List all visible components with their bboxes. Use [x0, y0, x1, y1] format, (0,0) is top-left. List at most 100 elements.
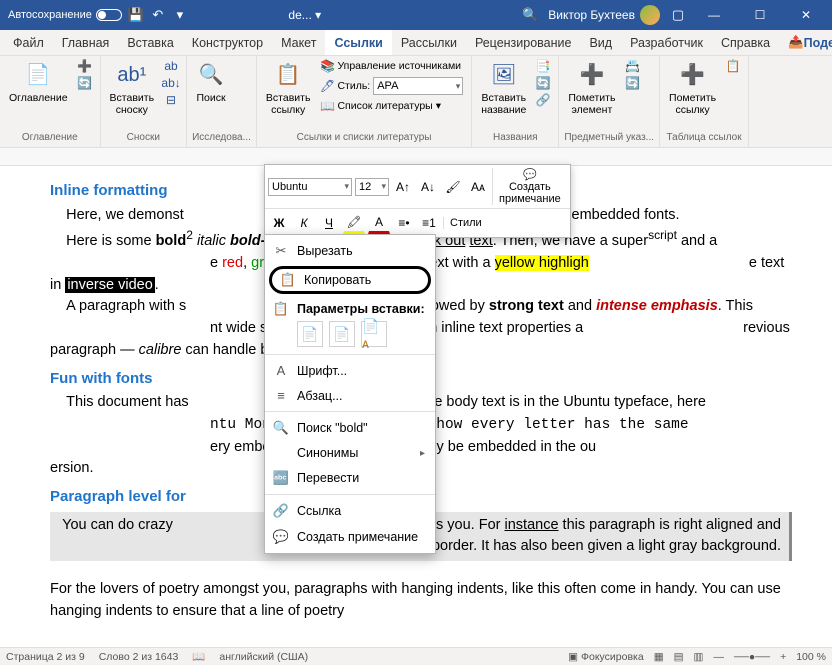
styles-icon[interactable]: Aᴀ [467, 176, 489, 198]
tab-home[interactable]: Главная [53, 30, 119, 55]
body-text: For the lovers of poetry amongst you, pa… [50, 579, 792, 623]
paste-keep-format[interactable]: 📄 [297, 321, 323, 347]
cross-ref-button[interactable]: 🔗 [533, 92, 553, 108]
document-title[interactable]: de... ▾ [288, 8, 321, 22]
status-spellcheck[interactable]: 📖 [192, 650, 205, 663]
zoom-slider[interactable]: ──●── [734, 651, 770, 663]
view-web-icon[interactable]: ▥ [694, 651, 704, 663]
mark-entry-button[interactable]: ➕Пометить элемент [564, 58, 619, 118]
format-painter-icon[interactable]: 🖌 [442, 176, 464, 198]
ctx-paragraph[interactable]: ≡Абзац... [265, 383, 435, 408]
status-bar: Страница 2 из 9 Слово 2 из 1643 📖 англий… [0, 647, 832, 665]
paste-merge-format[interactable]: 📄 [329, 321, 355, 347]
highlight-icon[interactable]: 🖍 [343, 212, 365, 234]
context-menu: ✂Вырезать 📋Копировать 📋Параметры вставки… [264, 234, 436, 554]
new-comment-button[interactable]: 💬Создать примечание [492, 168, 567, 205]
footnote-icon: ab¹ [117, 60, 147, 90]
qat-more-icon[interactable]: ▾ [172, 7, 188, 23]
add-text-button[interactable]: ➕ [75, 58, 95, 74]
insert-tof-button[interactable]: 📑 [533, 58, 553, 74]
autosave-toggle[interactable]: Автосохранение [8, 9, 122, 21]
show-notes-button[interactable]: ⊟ [161, 92, 181, 108]
view-print-icon[interactable]: ▦ [654, 651, 664, 663]
bold-icon[interactable]: Ж [268, 212, 290, 234]
search-icon: 🔍 [196, 60, 226, 90]
zoom-out-button[interactable]: — [713, 651, 724, 663]
update-index-button[interactable]: 🔄 [622, 75, 642, 91]
ctx-synonyms[interactable]: Синонимы▸ [265, 441, 435, 465]
grow-font-icon[interactable]: A↑ [392, 176, 414, 198]
maximize-button[interactable]: ☐ [742, 0, 778, 30]
mini-toolbar: Ubuntu 12 A↑ A↓ 🖌 Aᴀ 💬Создать примечание… [264, 164, 571, 238]
ctx-copy[interactable]: 📋Копировать [269, 266, 431, 294]
ta-icon: ➕ [678, 60, 708, 90]
ctx-translate[interactable]: 🔤Перевести [265, 465, 435, 491]
copy-icon: 📋 [280, 272, 296, 288]
translate-icon: 🔤 [273, 470, 289, 486]
next-footnote-button[interactable]: ab↓ [161, 75, 181, 91]
update-tof-button[interactable]: 🔄 [533, 75, 553, 91]
tab-design[interactable]: Конструктор [183, 30, 272, 55]
research-button[interactable]: 🔍Поиск [192, 58, 230, 106]
ctx-search[interactable]: 🔍Поиск "bold" [265, 415, 435, 441]
mark-citation-button[interactable]: ➕Пометить ссылку [665, 58, 720, 118]
tab-view[interactable]: Вид [580, 30, 621, 55]
share-button[interactable]: 📤 Поделиться [779, 30, 832, 55]
font-select[interactable]: Ubuntu [268, 178, 352, 196]
tab-file[interactable]: Файл [4, 30, 53, 55]
font-dialog-icon: A [273, 363, 289, 378]
undo-icon[interactable]: ↶ [150, 7, 166, 23]
bibliography-button[interactable]: 📖Список литературы ▾ [317, 98, 466, 114]
insert-ta-button[interactable]: 📋 [723, 58, 743, 74]
search-icon: 🔍 [273, 420, 289, 436]
zoom-in-button[interactable]: + [780, 651, 786, 663]
insert-footnote-button[interactable]: ab¹Вставить сноску [106, 58, 159, 118]
status-page[interactable]: Страница 2 из 9 [6, 651, 85, 663]
font-color-icon[interactable]: A [368, 212, 390, 234]
ctx-new-comment[interactable]: 💬Создать примечание [265, 524, 435, 550]
citation-style-select[interactable]: 🖊Стиль: APA [317, 76, 466, 96]
endnote-button[interactable]: ab [161, 58, 181, 74]
ribbon-display-icon[interactable]: ▢ [670, 7, 686, 23]
tab-mailings[interactable]: Рассылки [392, 30, 466, 55]
close-button[interactable]: ✕ [788, 0, 824, 30]
avatar [640, 5, 660, 25]
italic-icon[interactable]: К [293, 212, 315, 234]
group-label-citations: Ссылки и списки литературы [262, 130, 466, 145]
zoom-level[interactable]: 100 % [796, 651, 826, 663]
insert-index-button[interactable]: 📇 [622, 58, 642, 74]
underline-icon[interactable]: Ч [318, 212, 340, 234]
tab-help[interactable]: Справка [712, 30, 779, 55]
group-label-footnotes: Сноски [106, 130, 182, 145]
numbering-icon[interactable]: ≡1 [418, 212, 440, 234]
status-words[interactable]: Слово 2 из 1643 [99, 651, 179, 663]
update-toc-button[interactable]: 🔄 [75, 75, 95, 91]
font-size-select[interactable]: 12 [355, 178, 389, 196]
styles-label[interactable]: Стили [443, 217, 488, 229]
toc-button[interactable]: 📄Оглавление [5, 58, 72, 106]
group-label-ta: Таблица ссылок [665, 130, 743, 145]
ctx-font[interactable]: AШрифт... [265, 358, 435, 383]
minimize-button[interactable]: — [696, 0, 732, 30]
tab-review[interactable]: Рецензирование [466, 30, 581, 55]
manage-sources-button[interactable]: 📚Управление источниками [317, 58, 466, 74]
tab-references[interactable]: Ссылки [325, 30, 391, 55]
status-focus[interactable]: ▣ Фокусировка [568, 651, 644, 663]
status-language[interactable]: английский (США) [219, 651, 308, 663]
bullets-icon[interactable]: ≡• [393, 212, 415, 234]
search-icon[interactable]: 🔍 [522, 7, 538, 23]
insert-citation-button[interactable]: 📋Вставить ссылку [262, 58, 315, 118]
insert-caption-button[interactable]: 🖼Вставить название [477, 58, 530, 118]
save-icon[interactable]: 💾 [128, 7, 144, 23]
tab-developer[interactable]: Разработчик [621, 30, 712, 55]
tab-insert[interactable]: Вставка [118, 30, 182, 55]
group-label-captions: Названия [477, 130, 553, 145]
shrink-font-icon[interactable]: A↓ [417, 176, 439, 198]
ctx-cut[interactable]: ✂Вырезать [265, 238, 435, 264]
user-account[interactable]: Виктор Бухтеев [548, 5, 660, 25]
ctx-link[interactable]: 🔗Ссылка [265, 498, 435, 524]
view-read-icon[interactable]: ▤ [674, 651, 684, 663]
ribbon-tabs: Файл Главная Вставка Конструктор Макет С… [0, 30, 832, 56]
tab-layout[interactable]: Макет [272, 30, 325, 55]
paste-text-only[interactable]: 📄ᴀ [361, 321, 387, 347]
